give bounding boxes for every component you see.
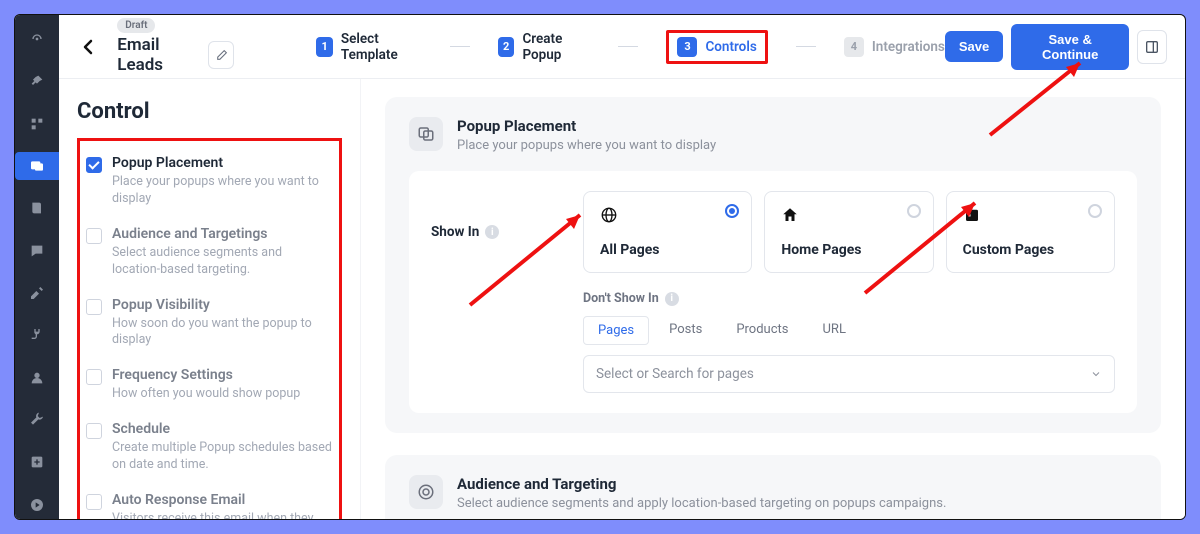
tab-products[interactable]: Products [722, 316, 802, 345]
nav-dashboard-icon[interactable] [21, 25, 53, 53]
section-audience-targeting: Audience and Targeting Select audience s… [385, 455, 1161, 519]
nav-comment-icon[interactable] [21, 237, 53, 265]
placement-icon [409, 117, 443, 151]
sidebar-item-schedule[interactable]: Schedule Create multiple Popup schedules… [86, 415, 333, 486]
section-desc: Select audience segments and apply locat… [457, 496, 946, 511]
checkbox-icon [86, 369, 102, 385]
nav-play-circle-icon[interactable] [21, 491, 53, 519]
dont-show-label: Don't Show In i [583, 291, 1115, 306]
page-title: Email Leads [117, 35, 202, 75]
tab-url[interactable]: URL [809, 316, 860, 345]
step-create-popup[interactable]: 2 Create Popup [498, 31, 590, 63]
globe-icon [600, 206, 735, 228]
sidebar-item-frequency[interactable]: Frequency Settings How often you would s… [86, 361, 333, 415]
step-select-template[interactable]: 1 Select Template [316, 31, 421, 63]
nav-book-icon[interactable] [21, 194, 53, 222]
info-icon[interactable]: i [665, 292, 679, 306]
card-home-pages[interactable]: Home Pages [764, 191, 933, 273]
control-sidebar: Control Popup Placement Place your popup… [59, 79, 361, 519]
back-button[interactable] [77, 35, 99, 59]
dont-show-tabs: Pages Posts Products URL [583, 316, 1115, 345]
show-in-label: Show In i [431, 224, 561, 240]
nav-popup-icon[interactable] [15, 152, 59, 180]
section-popup-placement: Popup Placement Place your popups where … [385, 97, 1161, 433]
top-bar: Draft Email Leads 1 Select Template 2 Cr… [59, 15, 1185, 79]
home-icon [781, 206, 916, 228]
radio-icon [725, 204, 739, 218]
sidebar-heading: Control [77, 99, 342, 124]
nav-user-icon[interactable] [21, 364, 53, 392]
sidebar-item-auto-response[interactable]: Auto Response Email Visitors receive thi… [86, 486, 333, 519]
sidebar-item-placement[interactable]: Popup Placement Place your popups where … [86, 149, 333, 220]
section-title: Audience and Targeting [457, 475, 946, 493]
card-custom-pages[interactable]: Custom Pages [946, 191, 1115, 273]
tab-posts[interactable]: Posts [655, 316, 716, 345]
sidebar-item-audience[interactable]: Audience and Targetings Select audience … [86, 220, 333, 291]
draft-badge: Draft [117, 18, 155, 33]
sidebar-item-visibility[interactable]: Popup Visibility How soon do you want th… [86, 291, 333, 362]
nav-plus-box-icon[interactable] [21, 448, 53, 476]
save-button[interactable]: Save [945, 31, 1003, 62]
nav-plug-icon[interactable] [21, 321, 53, 349]
step-integrations[interactable]: 4 Integrations [844, 37, 945, 57]
checkbox-icon [86, 494, 102, 510]
edit-title-button[interactable] [208, 41, 234, 69]
pages-search-select[interactable]: Select or Search for pages [583, 355, 1115, 393]
card-all-pages[interactable]: All Pages [583, 191, 752, 273]
checkbox-icon [86, 299, 102, 315]
audience-icon [409, 475, 443, 509]
info-icon[interactable]: i [485, 225, 499, 239]
step-controls[interactable]: 3 Controls [677, 37, 756, 57]
nav-boxes-icon[interactable] [21, 110, 53, 138]
left-nav-rail [15, 15, 59, 519]
section-title: Popup Placement [457, 117, 716, 135]
calendar-icon [963, 206, 1098, 228]
checkbox-icon [86, 228, 102, 244]
section-desc: Place your popups where you want to disp… [457, 138, 716, 153]
radio-icon [907, 204, 921, 218]
radio-icon [1088, 204, 1102, 218]
panel-toggle-button[interactable] [1137, 30, 1167, 64]
nav-pin-icon[interactable] [21, 67, 53, 95]
chevron-down-icon [1090, 368, 1102, 380]
tab-pages[interactable]: Pages [583, 316, 649, 345]
content-area: Popup Placement Place your popups where … [361, 79, 1185, 519]
save-continue-button[interactable]: Save & Continue [1011, 24, 1129, 70]
nav-wrench-icon[interactable] [21, 406, 53, 434]
checkbox-icon [86, 157, 102, 173]
checkbox-icon [86, 423, 102, 439]
nav-eyedropper-icon[interactable] [21, 279, 53, 307]
